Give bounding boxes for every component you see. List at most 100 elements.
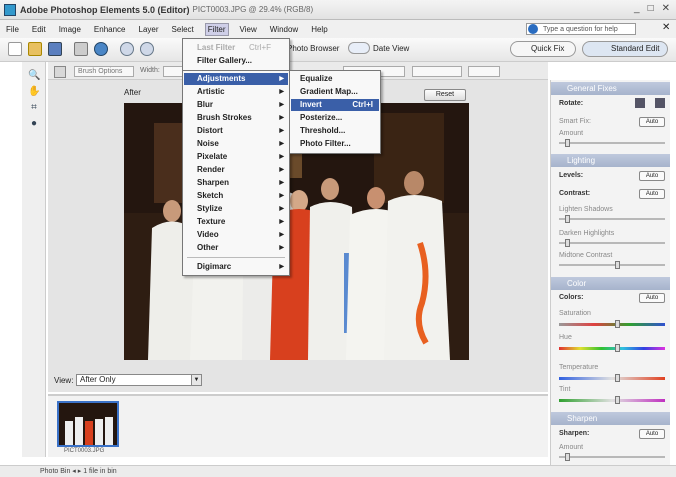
sharpen-header[interactable]: Sharpen	[551, 412, 670, 425]
date-view-button[interactable]: Date View	[348, 42, 409, 54]
quick-fix-button[interactable]: Quick Fix	[510, 41, 576, 57]
lighting-header[interactable]: Lighting	[551, 154, 670, 167]
menu-item-brush-strokes[interactable]: Brush Strokes ▶	[184, 112, 288, 124]
menu-item-photo-filter[interactable]: Photo Filter...	[291, 138, 379, 150]
menu-item-render[interactable]: Render ▶	[184, 164, 288, 176]
tint-slider[interactable]	[559, 396, 665, 404]
menu-select[interactable]: Select	[170, 24, 196, 35]
rotate-left-icon[interactable]	[635, 98, 645, 108]
option-button-a[interactable]	[412, 66, 462, 77]
midtone-contrast-label: Midtone Contrast	[559, 252, 613, 259]
menu-item-label: Other	[197, 243, 219, 252]
slider-knob[interactable]	[565, 139, 570, 147]
red-eye-tool-icon[interactable]: ●	[28, 118, 40, 130]
menu-item-invert[interactable]: Invert Ctrl+I	[291, 99, 379, 111]
share-icon[interactable]	[94, 42, 108, 56]
menu-item-adjustments[interactable]: Adjustments ▶	[184, 73, 288, 85]
menu-enhance[interactable]: Enhance	[92, 24, 128, 35]
darken-highlights-slider[interactable]	[559, 239, 665, 247]
slider-knob[interactable]	[615, 344, 620, 352]
last-filter-item[interactable]: Last Filter	[197, 43, 235, 52]
rotate-right-icon[interactable]	[655, 98, 665, 108]
saturation-slider[interactable]	[559, 320, 665, 328]
reset-button[interactable]: Reset	[424, 89, 466, 101]
menu-window[interactable]: Window	[268, 24, 300, 35]
contrast-auto-button[interactable]: Auto	[639, 189, 665, 199]
slider-knob[interactable]	[565, 239, 570, 247]
menu-layer[interactable]: Layer	[137, 24, 161, 35]
menu-item-digimarc[interactable]: Digimarc ▶	[184, 261, 288, 273]
hand-tool-icon[interactable]: ✋	[28, 86, 40, 98]
maximize-button[interactable]: □	[648, 3, 654, 14]
help-search-input[interactable]: Type a question for help	[526, 23, 636, 35]
menu-item-pixelate[interactable]: Pixelate ▶	[184, 151, 288, 163]
colors-auto-button[interactable]: Auto	[639, 293, 665, 303]
menu-item-artistic[interactable]: Artistic ▶	[184, 86, 288, 98]
sharpen-auto-button[interactable]: Auto	[639, 429, 665, 439]
menu-item-noise[interactable]: Noise ▶	[184, 138, 288, 150]
smart-fix-auto-button[interactable]: Auto	[639, 117, 665, 127]
sharpen-amount-slider[interactable]	[559, 453, 665, 461]
width-input[interactable]	[163, 66, 183, 77]
menu-item-blur[interactable]: Blur ▶	[184, 99, 288, 111]
temperature-slider[interactable]	[559, 374, 665, 382]
crop-tool-icon[interactable]: ⌗	[28, 102, 40, 114]
menu-item-distort[interactable]: Distort ▶	[184, 125, 288, 137]
brush-options-dropdown[interactable]: Brush Options	[74, 66, 134, 77]
slider-knob[interactable]	[615, 261, 620, 269]
menu-view[interactable]: View	[238, 24, 259, 35]
menu-item-other[interactable]: Other ▶	[184, 242, 288, 254]
hue-slider[interactable]	[559, 344, 665, 352]
menu-item-threshold[interactable]: Threshold...	[291, 125, 379, 137]
view-label: View:	[54, 376, 74, 385]
menu-item-equalize[interactable]: Equalize	[291, 73, 379, 85]
menu-file[interactable]: File	[4, 24, 21, 35]
menu-item-stylize[interactable]: Stylize ▶	[184, 203, 288, 215]
menu-item-posterize[interactable]: Posterize...	[291, 112, 379, 124]
menu-filter[interactable]: Filter	[204, 22, 229, 36]
standard-edit-button[interactable]: Standard Edit	[582, 41, 668, 57]
save-icon[interactable]	[48, 42, 62, 56]
open-icon[interactable]	[28, 42, 42, 56]
menu-item-texture[interactable]: Texture ▶	[184, 216, 288, 228]
redo-icon[interactable]	[140, 42, 154, 56]
print-icon[interactable]	[74, 42, 88, 56]
after-label: After	[124, 88, 141, 97]
color-header[interactable]: Color	[551, 277, 670, 290]
slider-knob[interactable]	[615, 396, 620, 404]
minimize-button[interactable]: _	[634, 3, 640, 14]
menu-item-gradient-map[interactable]: Gradient Map...	[291, 86, 379, 98]
levels-label: Levels:	[559, 172, 584, 179]
menu-item-video[interactable]: Video ▶	[184, 229, 288, 241]
slider-knob[interactable]	[565, 215, 570, 223]
menu-edit[interactable]: Edit	[30, 24, 48, 35]
photo-browser-button[interactable]: Photo Browser	[287, 44, 339, 53]
option-button-b[interactable]	[468, 66, 500, 77]
general-fixes-header[interactable]: General Fixes	[551, 82, 670, 95]
view-select[interactable]: After Only ▼	[76, 374, 202, 386]
menu-item-label: Render	[197, 165, 225, 174]
tool-preset-icon[interactable]	[54, 66, 66, 78]
menu-item-sketch[interactable]: Sketch ▶	[184, 190, 288, 202]
menu-item-sharpen[interactable]: Sharpen ▶	[184, 177, 288, 189]
lighten-shadows-slider[interactable]	[559, 215, 665, 223]
slider-knob[interactable]	[565, 453, 570, 461]
new-icon[interactable]	[8, 42, 22, 56]
zoom-tool-icon[interactable]: 🔍	[28, 70, 40, 82]
undo-icon[interactable]	[120, 42, 134, 56]
close-icon[interactable]: ✕	[662, 22, 670, 33]
photo-thumbnail[interactable]	[57, 401, 119, 447]
smart-fix-amount-slider[interactable]	[559, 139, 665, 147]
menu-item-label: Sharpen	[197, 178, 230, 187]
menu-item-label: Distort	[197, 126, 223, 135]
menu-item-label: Stylize	[197, 204, 223, 213]
slider-knob[interactable]	[615, 320, 620, 328]
menu-item-label: Invert	[300, 100, 322, 109]
close-button[interactable]: ✕	[662, 3, 670, 14]
menu-image[interactable]: Image	[57, 24, 83, 35]
filter-gallery-item[interactable]: Filter Gallery...	[197, 56, 252, 65]
slider-knob[interactable]	[615, 374, 620, 382]
menu-help[interactable]: Help	[309, 24, 329, 35]
midtone-contrast-slider[interactable]	[559, 261, 665, 269]
levels-auto-button[interactable]: Auto	[639, 171, 665, 181]
